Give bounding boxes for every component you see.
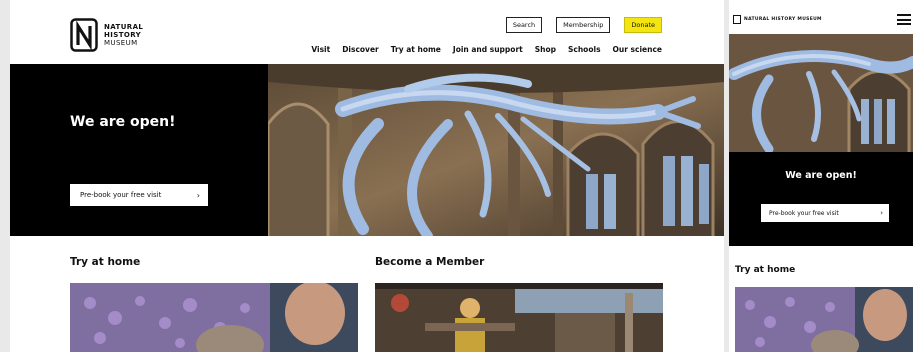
nav-item-schools[interactable]: Schools: [568, 45, 601, 54]
hero-text-panel: We are open! Pre-book your free visit ›: [10, 64, 268, 236]
logo-n-icon: [70, 18, 98, 52]
mobile-logo[interactable]: NATURAL HISTORY MUSEUM: [733, 15, 822, 24]
become-member-image[interactable]: [375, 283, 663, 352]
utility-bar: Search Membership Donate: [505, 17, 662, 33]
desktop-page: NATURAL HISTORY MUSEUM Search Membership…: [10, 0, 724, 352]
hero-whale-image: [266, 64, 724, 241]
pre-book-label: Pre-book your free visit: [80, 191, 162, 199]
try-at-home-heading[interactable]: Try at home: [70, 256, 140, 268]
hamburger-menu-icon[interactable]: [897, 14, 911, 28]
membership-button[interactable]: Membership: [556, 17, 611, 33]
mobile-hero-title: We are open!: [785, 170, 857, 181]
nav-item-our-science[interactable]: Our science: [613, 45, 662, 54]
hero-banner: We are open! Pre-book your free visit ›: [10, 64, 724, 241]
mobile-hero-whale-image: [729, 34, 913, 154]
mobile-hero-text-panel: We are open! Pre-book your free visit ›: [729, 152, 913, 246]
search-button[interactable]: Search: [505, 17, 543, 33]
nav-item-discover[interactable]: Discover: [342, 45, 379, 54]
mobile-header: NATURAL HISTORY MUSEUM: [729, 0, 913, 34]
hero-title: We are open!: [70, 114, 176, 130]
chevron-right-icon: ›: [880, 209, 883, 217]
chevron-right-icon: ›: [196, 190, 200, 200]
donate-button[interactable]: Donate: [624, 17, 662, 33]
mobile-try-at-home-heading[interactable]: Try at home: [735, 265, 795, 275]
logo-line-natural: NATURAL: [104, 23, 144, 31]
try-at-home-image[interactable]: [70, 283, 358, 352]
nav-item-visit[interactable]: Visit: [311, 45, 330, 54]
mobile-pre-book-label: Pre-book your free visit: [769, 209, 839, 217]
mobile-try-at-home-image[interactable]: [735, 287, 913, 352]
mobile-pre-book-button[interactable]: Pre-book your free visit ›: [761, 204, 889, 222]
become-member-heading[interactable]: Become a Member: [375, 256, 484, 268]
nav-item-join-and-support[interactable]: Join and support: [453, 45, 523, 54]
mobile-page: NATURAL HISTORY MUSEUM We are open! Pre-…: [729, 0, 913, 352]
logo-line-museum: MUSEUM: [104, 39, 138, 47]
logo-line-history: HISTORY: [104, 31, 142, 39]
museum-logo[interactable]: NATURAL HISTORY MUSEUM: [70, 18, 143, 52]
nav-item-shop[interactable]: Shop: [535, 45, 556, 54]
mobile-logo-text: NATURAL HISTORY MUSEUM: [744, 17, 822, 22]
nav-item-try-at-home[interactable]: Try at home: [391, 45, 441, 54]
logo-wordmark: NATURAL HISTORY MUSEUM: [104, 23, 143, 47]
pre-book-button[interactable]: Pre-book your free visit ›: [70, 184, 208, 206]
main-nav: Visit Discover Try at home Join and supp…: [311, 45, 662, 54]
logo-n-icon: [733, 15, 741, 24]
